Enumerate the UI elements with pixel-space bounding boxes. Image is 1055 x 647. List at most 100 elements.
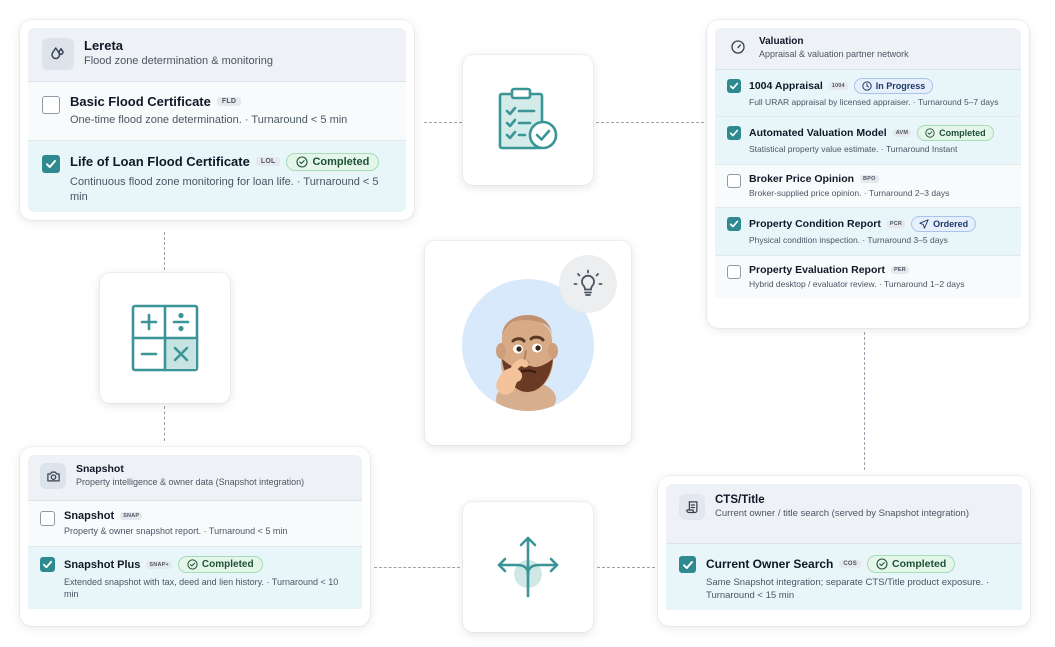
clipboard-tile bbox=[463, 55, 593, 185]
product-code: LOL bbox=[255, 157, 281, 167]
item-description: Hybrid desktop / evaluator review. · Tur… bbox=[749, 278, 965, 289]
cts-title: CTS/Title bbox=[715, 494, 765, 506]
checkbox[interactable] bbox=[42, 96, 60, 114]
product-code: 1004 bbox=[828, 82, 848, 90]
item-description: One-time flood zone determination. · Tur… bbox=[70, 114, 348, 126]
item-description: Same Snapshot integration; separate CTS/… bbox=[706, 577, 990, 601]
product-code: COS bbox=[839, 560, 861, 568]
checkbox-checked[interactable] bbox=[679, 556, 696, 573]
lereta-card-inner: Lereta Flood zone determination & monito… bbox=[28, 28, 406, 212]
calculator-icon bbox=[131, 304, 199, 372]
item-title: Snapshot bbox=[64, 510, 115, 522]
item-description: Property & owner snapshot report. · Turn… bbox=[64, 526, 288, 536]
check-icon bbox=[682, 560, 693, 569]
cts-title-card: CTS/Title Current owner / title search (… bbox=[658, 476, 1030, 626]
valuation-item-pcr[interactable]: Property Condition Report PCR Ordered Ph… bbox=[715, 208, 1021, 256]
clipboard-check-icon bbox=[498, 87, 558, 150]
snapshot-card: Snapshot Property intelligence & owner d… bbox=[20, 447, 370, 626]
valuation-title: Valuation bbox=[759, 36, 804, 47]
lereta-title: Lereta bbox=[84, 38, 124, 53]
status-badge-label: In Progress bbox=[875, 81, 926, 91]
status-badge-completed: Completed bbox=[866, 555, 956, 573]
snapshot-header: Snapshot Property intelligence & owner d… bbox=[28, 455, 362, 501]
snapshot-card-inner: Snapshot Property intelligence & owner d… bbox=[28, 455, 362, 618]
valuation-item-avm[interactable]: Automated Valuation Model AVM Completed … bbox=[715, 117, 1021, 165]
checkbox[interactable] bbox=[40, 511, 55, 526]
check-icon bbox=[46, 159, 56, 168]
cts-item-current-owner-search[interactable]: Current Owner Search COS Completed Same … bbox=[666, 544, 1022, 610]
lereta-header: Lereta Flood zone determination & monito… bbox=[28, 28, 406, 82]
check-circle-icon bbox=[876, 558, 888, 570]
split-arrows-icon bbox=[497, 536, 559, 598]
lightbulb-icon bbox=[573, 269, 603, 296]
item-description: Physical condition inspection. · Turnaro… bbox=[749, 235, 948, 246]
checkbox-checked[interactable] bbox=[727, 126, 741, 141]
connector-clipboard-valuation bbox=[596, 122, 704, 123]
check-icon bbox=[42, 560, 53, 569]
valuation-card: Valuation Appraisal & valuation partner … bbox=[707, 20, 1029, 328]
status-badge-completed: Completed bbox=[917, 125, 994, 142]
valuation-item-1004-appraisal[interactable]: 1004 Appraisal 1004 In Progress Full URA… bbox=[715, 70, 1021, 118]
check-circle-icon bbox=[187, 559, 198, 570]
connector-calculator-snapshot bbox=[164, 406, 165, 441]
item-description: Extended snapshot with tax, deed and lie… bbox=[64, 577, 339, 600]
checkbox-checked[interactable] bbox=[42, 154, 60, 173]
lightbulb-badge bbox=[559, 255, 617, 313]
connector-lereta-clipboard bbox=[424, 122, 462, 123]
checkbox-checked[interactable] bbox=[727, 79, 741, 93]
item-title: Snapshot Plus bbox=[64, 558, 141, 571]
snapshot-item-snapshot-plus[interactable]: Snapshot Plus SNAP+ Completed Extended s… bbox=[28, 547, 362, 610]
item-title: Life of Loan Flood Certificate bbox=[70, 154, 250, 170]
connector-lereta-calculator bbox=[164, 232, 165, 270]
status-badge-completed: Completed bbox=[177, 556, 263, 574]
status-badge-label: Ordered bbox=[933, 219, 969, 230]
lereta-subtitle: Flood zone determination & monitoring bbox=[84, 55, 273, 67]
status-badge-label: Completed bbox=[891, 558, 947, 570]
snapshot-title: Snapshot bbox=[76, 463, 124, 475]
check-circle-icon bbox=[925, 128, 935, 139]
item-description: Continuous flood zone monitoring for loa… bbox=[70, 175, 379, 203]
valuation-header: Valuation Appraisal & valuation partner … bbox=[715, 28, 1021, 70]
valuation-subtitle: Appraisal & valuation partner network bbox=[759, 49, 909, 59]
valuation-item-per[interactable]: Property Evaluation Report PER Hybrid de… bbox=[715, 255, 1021, 299]
item-description: Statistical property value estimate. · T… bbox=[749, 144, 958, 155]
check-circle-icon bbox=[296, 156, 309, 168]
cts-header: CTS/Title Current owner / title search (… bbox=[666, 484, 1022, 544]
snapshot-subtitle: Property intelligence & owner data (Snap… bbox=[76, 477, 305, 487]
send-icon bbox=[919, 219, 929, 230]
status-badge-completed: Completed bbox=[286, 152, 380, 171]
product-code: PCR bbox=[886, 220, 906, 229]
product-code: AVM bbox=[892, 129, 912, 138]
checkbox-checked[interactable] bbox=[727, 217, 741, 232]
calculator-tile bbox=[100, 273, 230, 403]
camera-icon bbox=[40, 463, 66, 489]
product-code: PER bbox=[890, 265, 909, 274]
gauge-icon bbox=[727, 36, 749, 58]
valuation-item-bpo[interactable]: Broker Price Opinion BPO Broker-supplied… bbox=[715, 164, 1021, 209]
thinking-avatar-tile bbox=[425, 241, 631, 445]
status-badge-label: Completed bbox=[939, 128, 986, 139]
status-badge-ordered: Ordered bbox=[911, 216, 977, 233]
item-title: Property Evaluation Report bbox=[749, 263, 885, 276]
status-badge-label: Completed bbox=[201, 559, 254, 571]
clock-icon bbox=[862, 81, 872, 91]
connector-arrows-cts bbox=[597, 567, 655, 568]
checkbox[interactable] bbox=[727, 264, 741, 279]
product-code: BPO bbox=[860, 174, 879, 183]
lereta-item-basic-flood[interactable]: Basic Flood Certificate FLD One-time flo… bbox=[28, 82, 406, 141]
lereta-item-life-of-loan[interactable]: Life of Loan Flood Certificate LOL Compl… bbox=[28, 140, 406, 212]
product-code: SNAP bbox=[120, 512, 143, 520]
water-drop-icon bbox=[42, 38, 74, 70]
product-code: FLD bbox=[216, 97, 242, 106]
snapshot-item-snapshot[interactable]: Snapshot SNAP Property & owner snapshot … bbox=[28, 501, 362, 548]
lereta-card: Lereta Flood zone determination & monito… bbox=[20, 20, 414, 220]
valuation-card-inner: Valuation Appraisal & valuation partner … bbox=[715, 28, 1021, 320]
checkbox-checked[interactable] bbox=[40, 557, 55, 573]
cts-card-inner: CTS/Title Current owner / title search (… bbox=[666, 484, 1022, 618]
check-icon bbox=[729, 130, 739, 137]
item-description: Full URAR appraisal by licensed appraise… bbox=[749, 97, 999, 107]
item-title: Current Owner Search bbox=[706, 557, 834, 571]
checkbox[interactable] bbox=[727, 173, 741, 188]
item-title: Broker Price Opinion bbox=[749, 172, 855, 185]
item-title: Basic Flood Certificate bbox=[70, 94, 211, 109]
